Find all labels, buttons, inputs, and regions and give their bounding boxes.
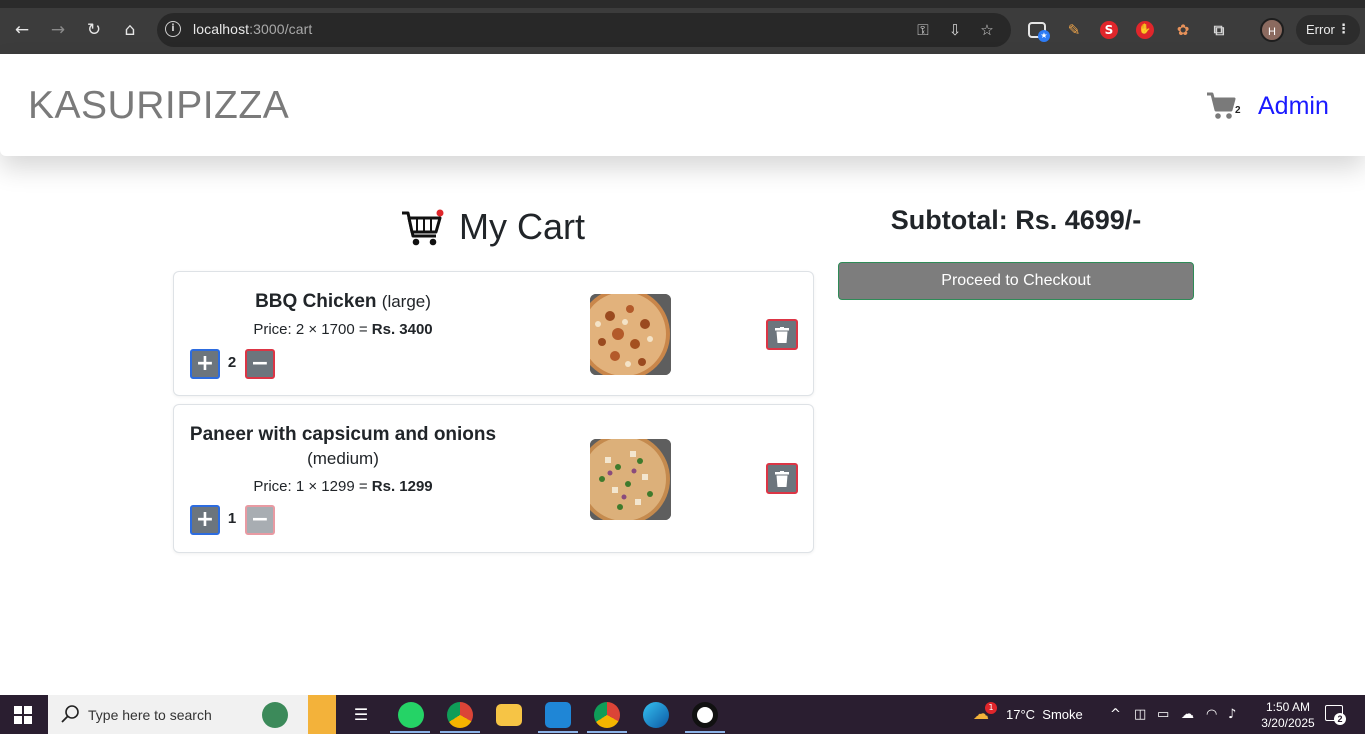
back-icon[interactable]: ←	[10, 18, 34, 42]
proceed-to-checkout-button[interactable]: Proceed to Checkout	[838, 262, 1194, 300]
file-explorer-icon[interactable]	[496, 704, 522, 726]
search-highlight-globe-icon	[262, 702, 288, 728]
onedrive-cloud-icon[interactable]: ☁	[1181, 707, 1194, 722]
trash-icon	[775, 327, 789, 343]
subtotal-label: Subtotal: Rs. 4699/-	[890, 205, 1142, 235]
item-size: (medium)	[307, 449, 379, 468]
running-indicator	[587, 731, 627, 733]
cart-item-card: Paneer with capsicum and onions (medium)…	[173, 404, 814, 553]
search-icon	[61, 705, 79, 723]
trash-icon	[775, 471, 789, 487]
decrease-quantity-button[interactable]: −	[245, 505, 275, 535]
decrease-quantity-button[interactable]: −	[245, 349, 275, 379]
item-price-total: Rs. 1299	[371, 478, 433, 495]
running-indicator	[440, 731, 480, 733]
shopping-cart-icon	[402, 209, 444, 246]
item-size: (large)	[381, 292, 431, 311]
search-placeholder[interactable]: Type here to search	[88, 707, 212, 723]
adblock-hand-icon[interactable]: ✋	[1136, 21, 1154, 39]
bookmark-star-icon[interactable]: ☆	[976, 19, 998, 41]
item-price-total: Rs. 3400	[371, 321, 433, 338]
weather-text[interactable]: 17°C Smoke	[1006, 707, 1083, 722]
cookie-extension-icon[interactable]: ✿	[1172, 19, 1194, 41]
profile-avatar[interactable]: H	[1260, 18, 1284, 42]
running-indicator	[685, 731, 725, 733]
volume-icon[interactable]: ♪	[1228, 707, 1236, 722]
notification-count-badge: 2	[1334, 713, 1346, 725]
site-info-icon[interactable]: i	[165, 21, 181, 37]
task-view-icon[interactable]: ☰	[348, 702, 374, 728]
quantity-value: 2	[227, 354, 237, 371]
tab-strip	[0, 0, 1365, 8]
extension-badge-icon: ★	[1038, 30, 1050, 42]
home-icon[interactable]: ⌂	[118, 18, 142, 42]
item-price: Price: 1 × 1299 = Rs. 1299	[253, 478, 433, 495]
windows-start-icon[interactable]	[14, 706, 32, 724]
cart-count-badge: 2	[1235, 105, 1241, 116]
screen-recorder-icon[interactable]	[692, 702, 718, 728]
color-picker-extension-icon[interactable]: ✎	[1063, 19, 1085, 41]
item-name-line: BBQ Chicken (large)	[174, 290, 512, 314]
url-text[interactable]: localhost:3000/cart	[193, 21, 312, 37]
running-indicator	[538, 731, 578, 733]
wifi-icon[interactable]: ◠	[1206, 707, 1217, 722]
extensions-puzzle-icon[interactable]: ⧉	[1208, 19, 1230, 41]
chrome-profile-icon[interactable]	[594, 702, 620, 728]
brand-logo[interactable]: KASURIPIZZA	[28, 84, 289, 128]
whatsapp-icon[interactable]	[398, 702, 424, 728]
chevron-up-icon[interactable]: ^	[1110, 707, 1121, 722]
item-details: Paneer with capsicum and onions (medium)…	[174, 423, 512, 495]
kebab-menu-icon: ⋮	[1337, 22, 1350, 37]
clock-time: 1:50 AM	[1265, 700, 1311, 714]
vscode-icon[interactable]	[545, 702, 571, 728]
item-name: Paneer with capsicum and onions	[189, 424, 497, 445]
item-price: Price: 2 × 1700 = Rs. 3400	[253, 321, 433, 338]
clock-date: 3/20/2025	[1261, 716, 1315, 730]
increase-quantity-button[interactable]: +	[190, 505, 220, 535]
install-app-icon[interactable]: ⇩	[944, 19, 966, 41]
windows-taskbar: Type here to search ☰ ☁ 1 17°C Smoke ^ ◫…	[0, 695, 1365, 734]
meet-now-icon[interactable]: ◫	[1134, 707, 1146, 722]
admin-link[interactable]: Admin	[1258, 92, 1329, 121]
paneer-pizza-image	[590, 439, 671, 520]
remove-item-button[interactable]	[766, 319, 798, 350]
site-navbar: KASURIPIZZA 2 Admin	[0, 54, 1365, 156]
remove-item-button[interactable]	[766, 463, 798, 494]
item-details: BBQ Chicken (large) Price: 2 × 1700 = Rs…	[174, 290, 512, 338]
cart-icon[interactable]	[1206, 92, 1236, 120]
weather-badge: 1	[985, 702, 997, 714]
quantity-value: 1	[227, 510, 237, 527]
edge-icon[interactable]	[643, 702, 669, 728]
chrome-icon[interactable]	[447, 702, 473, 728]
reload-icon[interactable]: ↻	[82, 18, 106, 42]
running-indicator	[390, 731, 430, 733]
page-title: My Cart	[459, 206, 585, 247]
system-clock[interactable]: 1:50 AM 3/20/2025	[1253, 699, 1323, 731]
cart-item-card: BBQ Chicken (large) Price: 2 × 1700 = Rs…	[173, 271, 814, 396]
item-image	[590, 439, 671, 520]
error-menu-button[interactable]: Error ⋮	[1296, 15, 1360, 45]
battery-icon[interactable]: ▭	[1157, 707, 1169, 722]
increase-quantity-button[interactable]: +	[190, 349, 220, 379]
bbq-chicken-pizza-image	[590, 294, 671, 375]
password-key-icon[interactable]: ⚿	[912, 19, 934, 41]
forward-icon[interactable]: →	[46, 18, 70, 42]
item-image	[590, 294, 671, 375]
search-highlight-sun-icon	[308, 695, 336, 734]
s-extension-icon[interactable]: S	[1100, 21, 1118, 39]
item-name: BBQ Chicken	[255, 291, 377, 312]
